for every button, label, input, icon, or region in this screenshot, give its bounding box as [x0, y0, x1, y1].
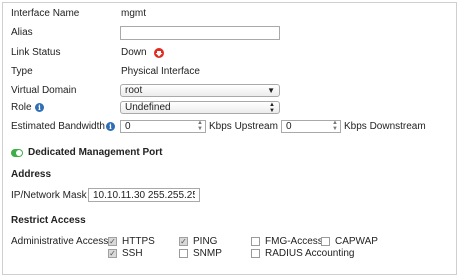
- dedicated-mgmt-toggle[interactable]: [11, 149, 23, 157]
- downstream-unit: Kbps Downstream: [344, 121, 426, 132]
- interface-name-label: Interface Name: [11, 8, 80, 19]
- updown-caret-icon: ▲ ▼: [269, 102, 275, 114]
- link-status-label: Link Status: [11, 47, 61, 58]
- restrict-access-section-title: Restrict Access: [11, 215, 86, 226]
- alias-label: Alias: [11, 27, 33, 38]
- ip-mask-input[interactable]: [88, 188, 200, 202]
- fmg-access-label: FMG-Access: [265, 236, 323, 247]
- dedicated-mgmt-label: Dedicated Management Port: [28, 147, 163, 158]
- capwap-label: CAPWAP: [335, 236, 378, 247]
- snmp-checkbox[interactable]: [179, 249, 188, 258]
- virtual-domain-label: Virtual Domain: [11, 85, 77, 96]
- estimated-bandwidth-label: Estimated Bandwidth: [11, 121, 105, 132]
- upstream-unit: Kbps Upstream: [209, 121, 278, 132]
- type-value: Physical Interface: [121, 66, 200, 77]
- https-label: HTTPS: [122, 236, 155, 247]
- ping-label: PING: [193, 236, 218, 247]
- radius-accounting-checkbox[interactable]: [251, 249, 260, 258]
- spinner-icon[interactable]: ▲ ▼: [332, 120, 338, 132]
- link-status-value: Down: [121, 47, 147, 58]
- virtual-domain-selected: root: [125, 85, 143, 96]
- role-label: Role: [11, 102, 32, 113]
- upstream-input[interactable]: 0 ▲ ▼: [120, 120, 206, 133]
- address-section-title: Address: [11, 169, 52, 180]
- spinner-icon[interactable]: ▲ ▼: [197, 120, 203, 132]
- https-checkbox[interactable]: ✓: [108, 237, 117, 246]
- ssh-checkbox[interactable]: ✓: [108, 249, 117, 258]
- radius-accounting-label: RADIUS Accounting: [265, 248, 355, 259]
- snmp-label: SNMP: [193, 248, 222, 259]
- role-selected: Undefined: [125, 102, 171, 113]
- capwap-checkbox[interactable]: [321, 237, 330, 246]
- virtual-domain-select[interactable]: root ▼: [120, 84, 280, 97]
- alias-input[interactable]: [120, 26, 280, 40]
- info-icon[interactable]: i: [106, 122, 115, 131]
- type-label: Type: [11, 66, 33, 77]
- fmg-access-checkbox[interactable]: [251, 237, 260, 246]
- upstream-value: 0: [125, 121, 131, 132]
- dropdown-caret-icon: ▼: [267, 86, 275, 95]
- admin-access-label: Administrative Access: [11, 236, 109, 247]
- downstream-input[interactable]: 0 ▲ ▼: [281, 120, 341, 133]
- downstream-value: 0: [286, 121, 292, 132]
- interface-edit-panel: Interface Name mgmt Alias Link Status Do…: [2, 2, 457, 275]
- info-icon[interactable]: i: [35, 103, 44, 112]
- link-down-icon: [154, 48, 164, 58]
- ping-checkbox[interactable]: ✓: [179, 237, 188, 246]
- ssh-label: SSH: [122, 248, 143, 259]
- ip-mask-label: IP/Network Mask: [11, 190, 87, 201]
- interface-name-value: mgmt: [121, 8, 146, 19]
- role-select[interactable]: Undefined ▲ ▼: [120, 101, 280, 114]
